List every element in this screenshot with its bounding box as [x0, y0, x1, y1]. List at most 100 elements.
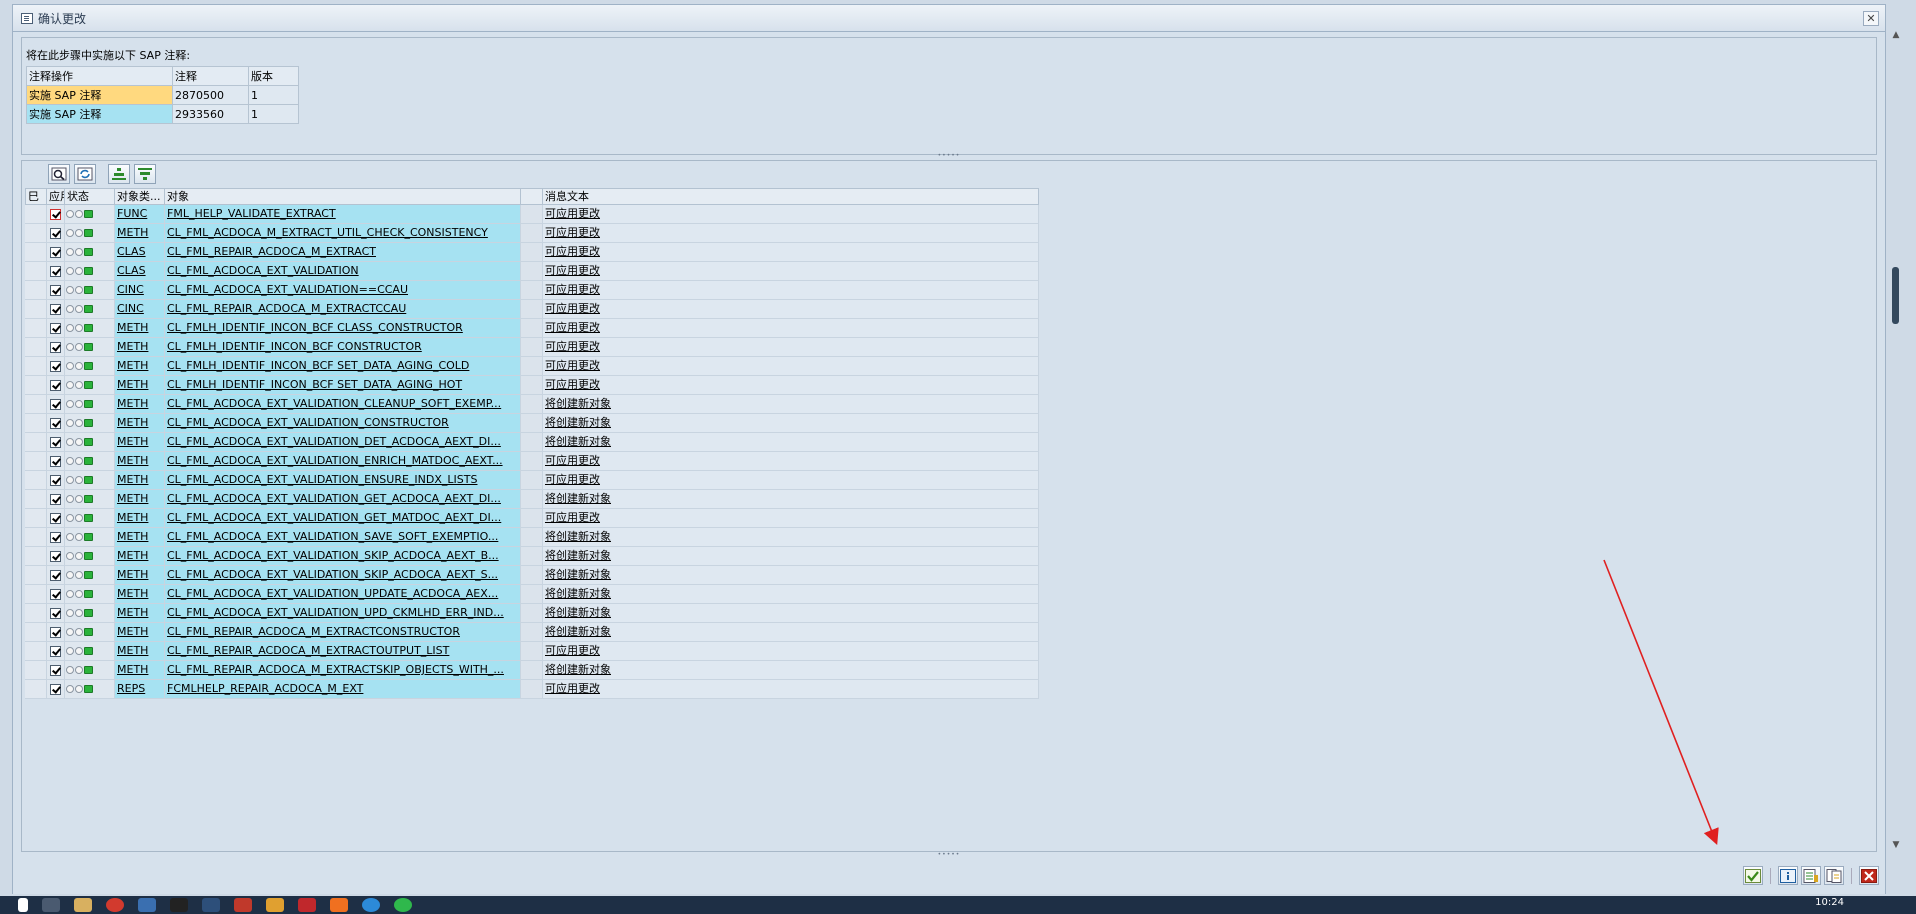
checkbox-icon[interactable] — [50, 246, 61, 258]
message-cell[interactable]: 可应用更改 — [543, 471, 1039, 490]
object-type-link[interactable]: METH — [117, 530, 148, 543]
object-name-link[interactable]: CL_FMLH_IDENTIF_INCON_BCF SET_DATA_AGING… — [167, 378, 462, 391]
scroll-thumb[interactable] — [1892, 267, 1899, 324]
scroll-up-icon[interactable]: ▲ — [1890, 30, 1902, 42]
apply-checkbox[interactable] — [47, 585, 65, 604]
object-type-cell[interactable]: CLAS — [115, 262, 165, 281]
checkbox-icon[interactable] — [50, 664, 61, 676]
row-selector[interactable] — [25, 528, 47, 547]
object-type-link[interactable]: METH — [117, 511, 148, 524]
table-row[interactable]: METH CL_FML_REPAIR_ACDOCA_M_EXTRACTCONSTR… — [25, 623, 1039, 642]
checkbox-icon[interactable] — [50, 474, 61, 486]
object-type-link[interactable]: METH — [117, 549, 148, 562]
object-name-link[interactable]: CL_FMLH_IDENTIF_INCON_BCF CONSTRUCTOR — [167, 340, 422, 353]
table-row[interactable]: CINC CL_FML_REPAIR_ACDOCA_M_EXTRACTCCAU 可应… — [25, 300, 1039, 319]
object-name-cell[interactable]: CL_FML_ACDOCA_EXT_VALIDATION_SKIP_ACDOCA… — [165, 566, 521, 585]
object-type-link[interactable]: METH — [117, 397, 148, 410]
table-row[interactable]: CLAS CL_FML_ACDOCA_EXT_VALIDATION 可应用更改 — [25, 262, 1039, 281]
terminal-icon[interactable] — [170, 898, 188, 912]
object-name-link[interactable]: CL_FML_ACDOCA_EXT_VALIDATION_SAVE_SOFT_E… — [167, 530, 498, 543]
object-name-link[interactable]: CL_FML_REPAIR_ACDOCA_M_EXTRACTCCAU — [167, 302, 406, 315]
object-type-cell[interactable]: METH — [115, 566, 165, 585]
vertical-scrollbar[interactable]: ▲ ▼ — [1890, 30, 1902, 852]
message-link[interactable]: 将创建新对象 — [545, 549, 611, 562]
message-cell[interactable]: 将创建新对象 — [543, 395, 1039, 414]
apply-checkbox[interactable] — [47, 357, 65, 376]
object-name-cell[interactable]: CL_FML_REPAIR_ACDOCA_M_EXTRACTCCAU — [165, 300, 521, 319]
apply-checkbox[interactable] — [47, 680, 65, 699]
message-link[interactable]: 可应用更改 — [545, 511, 600, 524]
checkbox-icon[interactable] — [50, 360, 61, 372]
checkbox-icon[interactable] — [50, 683, 61, 695]
refresh-button[interactable] — [74, 164, 96, 184]
message-link[interactable]: 可应用更改 — [545, 321, 600, 334]
object-type-link[interactable]: METH — [117, 340, 148, 353]
table-row[interactable]: METH CL_FML_REPAIR_ACDOCA_M_EXTRACTOUTPUT… — [25, 642, 1039, 661]
object-name-link[interactable]: CL_FML_REPAIR_ACDOCA_M_EXTRACT — [167, 245, 376, 258]
object-type-cell[interactable]: METH — [115, 395, 165, 414]
object-type-link[interactable]: METH — [117, 587, 148, 600]
cancel-button[interactable] — [1859, 866, 1879, 885]
search-icon[interactable] — [42, 898, 60, 912]
object-name-link[interactable]: FML_HELP_VALIDATE_EXTRACT — [167, 207, 336, 220]
checkbox-icon[interactable] — [50, 626, 61, 638]
notes-row[interactable]: 实施 SAP 注释 2870500 1 — [26, 85, 299, 105]
table-row[interactable]: METH CL_FML_ACDOCA_EXT_VALIDATION_SKIP_AC… — [25, 547, 1039, 566]
table-row[interactable]: METH CL_FML_ACDOCA_EXT_VALIDATION_SKIP_AC… — [25, 566, 1039, 585]
info-button[interactable] — [1778, 866, 1798, 885]
header-status[interactable]: 状态 — [65, 188, 115, 205]
note-version[interactable]: 1 — [248, 104, 299, 124]
message-link[interactable]: 可应用更改 — [545, 283, 600, 296]
message-cell[interactable]: 可应用更改 — [543, 205, 1039, 224]
object-name-link[interactable]: CL_FML_ACDOCA_EXT_VALIDATION_UPD_CKMLHD_… — [167, 606, 504, 619]
object-type-cell[interactable]: METH — [115, 357, 165, 376]
checkbox-icon[interactable] — [50, 322, 61, 334]
object-type-link[interactable]: METH — [117, 416, 148, 429]
row-selector[interactable] — [25, 680, 47, 699]
file-explorer-icon[interactable] — [74, 898, 92, 912]
object-type-cell[interactable]: METH — [115, 490, 165, 509]
object-type-link[interactable]: METH — [117, 321, 148, 334]
table-row[interactable]: REPS FCMLHELP_REPAIR_ACDOCA_M_EXT 可应用更改 — [25, 680, 1039, 699]
object-name-cell[interactable]: CL_FML_ACDOCA_EXT_VALIDATION_DET_ACDOCA_… — [165, 433, 521, 452]
start-icon[interactable] — [18, 898, 28, 912]
object-type-cell[interactable]: METH — [115, 623, 165, 642]
note-action[interactable]: 实施 SAP 注释 — [26, 104, 173, 124]
app-red-icon[interactable] — [234, 898, 252, 912]
message-cell[interactable]: 可应用更改 — [543, 452, 1039, 471]
checkbox-icon[interactable] — [50, 645, 61, 657]
message-cell[interactable]: 将创建新对象 — [543, 528, 1039, 547]
message-link[interactable]: 将创建新对象 — [545, 663, 611, 676]
object-type-link[interactable]: METH — [117, 378, 148, 391]
table-row[interactable]: METH CL_FML_ACDOCA_EXT_VALIDATION_CLEANUP… — [25, 395, 1039, 414]
object-type-cell[interactable]: REPS — [115, 680, 165, 699]
object-name-link[interactable]: CL_FML_ACDOCA_EXT_VALIDATION — [167, 264, 359, 277]
message-cell[interactable]: 将创建新对象 — [543, 433, 1039, 452]
object-type-cell[interactable]: FUNC — [115, 205, 165, 224]
apply-checkbox[interactable] — [47, 604, 65, 623]
row-selector[interactable] — [25, 243, 47, 262]
object-name-link[interactable]: CL_FML_REPAIR_ACDOCA_M_EXTRACTCONSTRUCTO… — [167, 625, 460, 638]
table-row[interactable]: METH CL_FML_ACDOCA_EXT_VALIDATION_GET_MAT… — [25, 509, 1039, 528]
notes-row[interactable]: 实施 SAP 注释 2933560 1 — [26, 104, 299, 124]
object-type-link[interactable]: REPS — [117, 682, 145, 695]
apply-checkbox[interactable] — [47, 376, 65, 395]
object-type-cell[interactable]: METH — [115, 509, 165, 528]
apply-checkbox[interactable] — [47, 338, 65, 357]
row-selector[interactable] — [25, 490, 47, 509]
table-row[interactable]: CLAS CL_FML_REPAIR_ACDOCA_M_EXTRACT 可应用更改 — [25, 243, 1039, 262]
row-selector[interactable] — [25, 604, 47, 623]
message-cell[interactable]: 可应用更改 — [543, 224, 1039, 243]
message-link[interactable]: 可应用更改 — [545, 207, 600, 220]
checkbox-icon[interactable] — [50, 303, 61, 315]
object-name-cell[interactable]: CL_FMLH_IDENTIF_INCON_BCF CLASS_CONSTRUC… — [165, 319, 521, 338]
object-name-cell[interactable]: CL_FML_ACDOCA_EXT_VALIDATION_GET_MATDOC_… — [165, 509, 521, 528]
object-type-link[interactable]: METH — [117, 644, 148, 657]
object-name-link[interactable]: CL_FML_ACDOCA_EXT_VALIDATION_CLEANUP_SOF… — [167, 397, 501, 410]
object-type-link[interactable]: CINC — [117, 283, 144, 296]
apply-checkbox[interactable] — [47, 262, 65, 281]
apply-checkbox[interactable] — [47, 319, 65, 338]
apply-checkbox[interactable] — [47, 471, 65, 490]
object-type-cell[interactable]: METH — [115, 319, 165, 338]
table-row[interactable]: METH CL_FML_REPAIR_ACDOCA_M_EXTRACTSKIP_O… — [25, 661, 1039, 680]
